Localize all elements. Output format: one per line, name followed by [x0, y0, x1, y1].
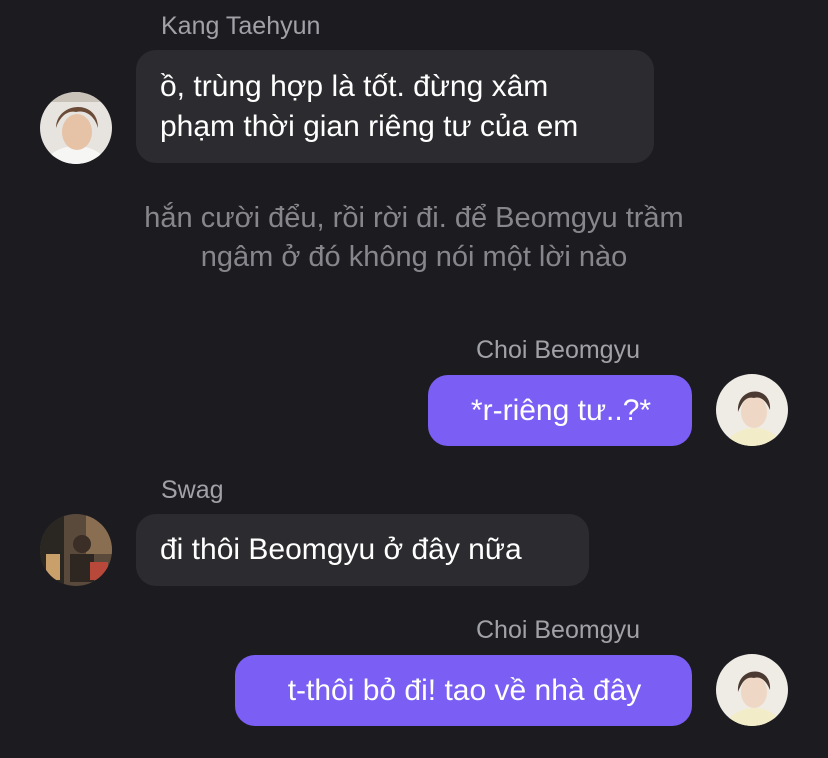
avatar[interactable] — [40, 92, 112, 164]
message-text-line: t-thôi bỏ đi! tao về nhà đây — [287, 673, 642, 707]
narration-line: hắn cười đểu, rồi rời đi. để Beomgyu trầ… — [144, 202, 684, 234]
avatar-swag-icon — [40, 514, 112, 586]
sender-name: Swag — [161, 476, 224, 504]
sender-name: Choi Beomgyu — [476, 616, 640, 644]
message-bubble[interactable]: đi thôi Beomgyu ở đây nữa — [136, 514, 589, 586]
sender-name: Choi Beomgyu — [476, 336, 640, 364]
message-text-line: ồ, trùng hợp là tốt. đừng xâm — [160, 69, 549, 103]
message-bubble[interactable]: ồ, trùng hợp là tốt. đừng xâm phạm thời … — [136, 50, 654, 163]
avatar[interactable] — [716, 654, 788, 726]
message-text-line: đi thôi Beomgyu ở đây nữa — [160, 533, 522, 566]
message-bubble[interactable]: t-thôi bỏ đi! tao về nhà đây — [235, 655, 692, 726]
avatar[interactable] — [40, 514, 112, 586]
avatar-choi-beomgyu-icon — [716, 374, 788, 446]
message-text-line: *r-riêng tư..?* — [470, 393, 652, 427]
sender-name: Kang Taehyun — [161, 12, 321, 40]
message-bubble[interactable]: *r-riêng tư..?* — [428, 375, 692, 446]
avatar-kang-taehyun-icon — [40, 92, 112, 164]
narration-text: hắn cười đểu, rồi rời đi. để Beomgyu trầ… — [0, 199, 828, 277]
avatar-choi-beomgyu-icon — [716, 654, 788, 726]
narration-line: ngâm ở đó không nói một lời nào — [200, 241, 628, 273]
message-text-line: phạm thời gian riêng tư của em — [160, 109, 579, 143]
avatar[interactable] — [716, 374, 788, 446]
